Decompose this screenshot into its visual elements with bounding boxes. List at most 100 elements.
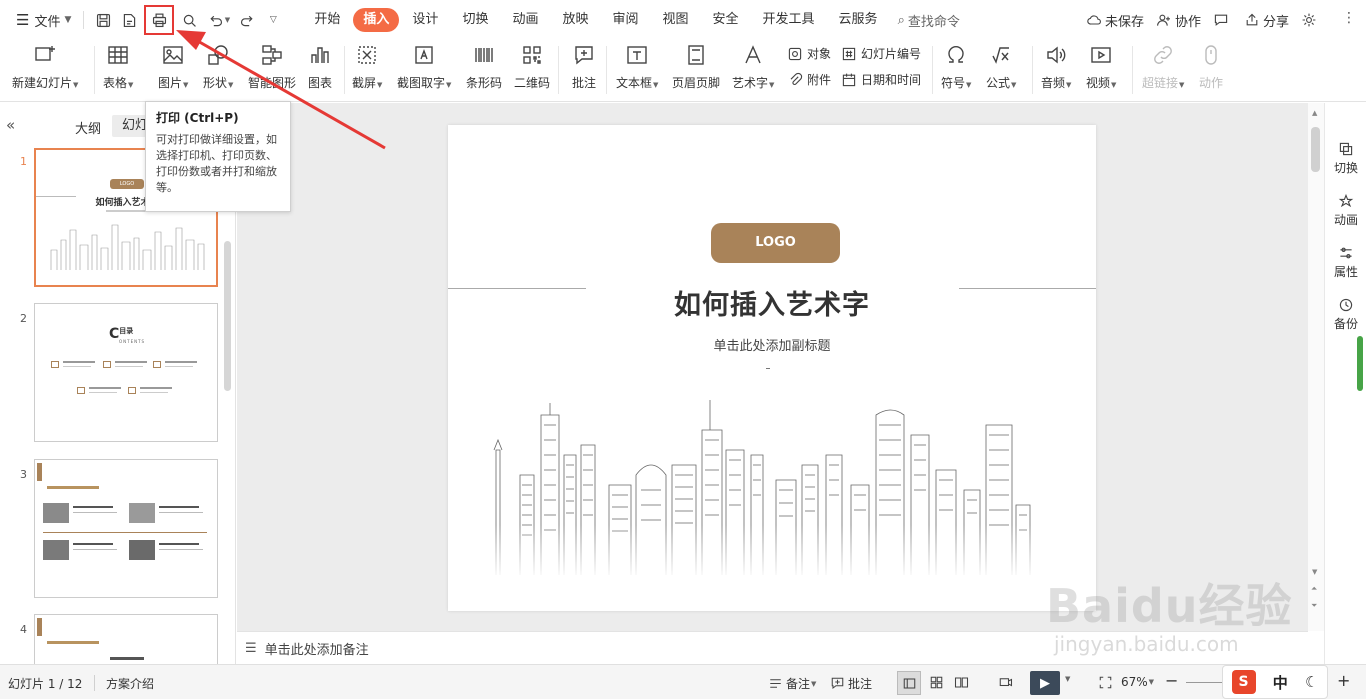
print-preview-icon[interactable]	[177, 8, 201, 32]
table-icon	[105, 42, 131, 68]
slide-number-button[interactable]: 幻灯片编号	[841, 45, 921, 62]
canvas-scrollbar[interactable]: ▲ ▼ ⏶ ⏷	[1308, 103, 1324, 631]
tab-view[interactable]: 视图	[652, 8, 700, 32]
collab-button[interactable]: 协作	[1156, 11, 1201, 30]
sidebar-transition[interactable]: 切换	[1325, 141, 1366, 176]
tab-insert[interactable]: 插入	[353, 8, 400, 32]
slide-thumbnail-2[interactable]: C目录 ONTENTS	[34, 303, 218, 442]
sidebar-properties[interactable]: 属性	[1325, 245, 1366, 280]
scroll-up-icon[interactable]: ▲	[1312, 109, 1317, 117]
tab-home[interactable]: 开始	[303, 8, 351, 32]
tab-cloud[interactable]: 云服务	[828, 8, 889, 32]
textbox-button[interactable]: 文本框▼	[616, 42, 658, 91]
symbol-button[interactable]: 符号▼	[941, 42, 971, 91]
file-menu[interactable]: ☰ 文件 ▼	[10, 6, 77, 34]
notes-pane[interactable]: ☰ 单击此处添加备注	[237, 631, 1308, 664]
shape-icon	[205, 42, 231, 68]
ime-mode-indicator[interactable]: 中	[1273, 672, 1288, 693]
export-pdf-icon[interactable]	[117, 8, 141, 32]
zoom-level[interactable]: 67% ▼	[1121, 675, 1154, 689]
presenter-tool-button[interactable]	[998, 675, 1013, 690]
save-icon[interactable]	[91, 8, 115, 32]
zoom-in-button[interactable]: +	[1337, 671, 1350, 690]
ocr-button[interactable]: 截图取字▼	[397, 42, 451, 91]
tab-animation[interactable]: 动画	[501, 8, 549, 32]
slideshow-options[interactable]: ▼	[1064, 675, 1070, 683]
sogou-ime-icon[interactable]: S	[1231, 670, 1256, 694]
settings-gear-icon[interactable]	[1301, 12, 1320, 28]
command-search[interactable]: ⌕ 查找命令	[898, 11, 960, 30]
qrcode-button[interactable]: 二维码	[514, 42, 550, 91]
undo-icon[interactable]: ▼	[203, 8, 233, 32]
tab-outline[interactable]: 大纲	[75, 118, 101, 137]
chat-icon[interactable]	[1213, 12, 1232, 28]
shape-button[interactable]: 形状▼	[203, 42, 233, 91]
logo-placeholder[interactable]: LOGO	[711, 223, 840, 263]
notes-toggle-button[interactable]: 备注 ▼	[768, 675, 816, 692]
theme-name[interactable]: 方案介绍	[106, 675, 154, 692]
play-slideshow-button[interactable]: ▶	[1030, 671, 1060, 695]
barcode-button[interactable]: 条形码	[466, 42, 502, 91]
tab-review[interactable]: 审阅	[601, 8, 649, 32]
tab-slideshow[interactable]: 放映	[551, 8, 599, 32]
unsaved-status[interactable]: 未保存	[1086, 11, 1144, 30]
paperclip-icon	[790, 72, 803, 85]
tab-design[interactable]: 设计	[401, 8, 449, 32]
normal-view-button[interactable]	[897, 671, 921, 695]
tooltip-body: 可对打印做详细设置，如选择打印机、打印页数、打印份数或者并打和缩放等。	[156, 133, 277, 194]
customize-toolbar-icon[interactable]: ▽	[261, 8, 285, 32]
slide-title[interactable]: 如何插入艺术字	[448, 283, 1096, 322]
audio-button[interactable]: 音频▼	[1041, 42, 1071, 91]
wordart-button[interactable]: 艺术字▼	[732, 42, 774, 91]
zoom-slider[interactable]	[1186, 682, 1226, 683]
smartart-button[interactable]: 智能图形	[248, 42, 296, 91]
attachment-button[interactable]: 附件	[787, 71, 831, 88]
print-icon[interactable]	[144, 5, 175, 35]
tab-transition[interactable]: 切换	[451, 8, 499, 32]
screenshot-button[interactable]: 截屏▼	[352, 42, 382, 91]
grid-view-button[interactable]	[929, 675, 944, 690]
more-menu-icon[interactable]: ⋮	[1342, 10, 1356, 26]
scroll-down-icon[interactable]: ▼	[1312, 568, 1317, 576]
formula-button[interactable]: 公式▼	[986, 42, 1016, 91]
formula-icon	[988, 42, 1014, 68]
redo-icon[interactable]	[235, 8, 259, 32]
new-slide-button[interactable]: 新建幻灯片▼	[12, 42, 78, 91]
collapse-panel-icon[interactable]: «	[6, 116, 15, 134]
thumbnail-scrollbar[interactable]	[224, 241, 231, 391]
comment-toggle-button[interactable]: 批注	[830, 675, 872, 692]
slide-subtitle[interactable]: 单击此处添加副标题	[448, 335, 1096, 354]
slide-thumbnail-3[interactable]	[34, 459, 218, 598]
normal-view-icon	[903, 677, 915, 689]
wordart-icon	[740, 42, 766, 68]
scroll-thumb[interactable]	[1311, 127, 1320, 172]
current-slide[interactable]: LOGO 如何插入艺术字 单击此处添加副标题	[448, 125, 1096, 611]
search-icon: ⌕	[897, 12, 905, 28]
chart-button[interactable]: 图表	[307, 42, 333, 91]
share-button[interactable]: 分享	[1244, 11, 1289, 30]
video-button[interactable]: 视频▼	[1086, 42, 1116, 91]
chevron-down-icon: ▼	[64, 15, 72, 25]
datetime-button[interactable]: 日期和时间	[841, 71, 921, 88]
tab-security[interactable]: 安全	[702, 8, 750, 32]
notes-icon	[770, 679, 781, 688]
action-button[interactable]: 动作	[1198, 42, 1224, 91]
next-slide-icon[interactable]: ⏷	[1311, 601, 1317, 611]
comment-button[interactable]: 批注	[571, 42, 597, 91]
fit-window-button[interactable]	[1098, 675, 1113, 690]
slide-thumbnail-4[interactable]	[34, 614, 218, 664]
zoom-out-button[interactable]: −	[1165, 671, 1178, 690]
reading-view-button[interactable]	[954, 675, 969, 690]
sidebar-backup[interactable]: 备份	[1325, 297, 1366, 332]
fit-screen-icon	[1099, 676, 1112, 689]
picture-button[interactable]: 图片▼	[158, 42, 188, 91]
hyperlink-button[interactable]: 超链接▼	[1142, 42, 1184, 91]
sidebar-animation[interactable]: 动画	[1325, 193, 1366, 228]
tab-developer[interactable]: 开发工具	[752, 8, 826, 32]
header-footer-button[interactable]: 页眉页脚	[672, 42, 720, 91]
prev-slide-icon[interactable]: ⏶	[1311, 584, 1317, 594]
moon-icon[interactable]: ☾	[1305, 673, 1318, 691]
object-button[interactable]: 对象	[787, 45, 831, 62]
table-button[interactable]: 表格▼	[103, 42, 133, 91]
presenter-icon	[999, 678, 1013, 687]
